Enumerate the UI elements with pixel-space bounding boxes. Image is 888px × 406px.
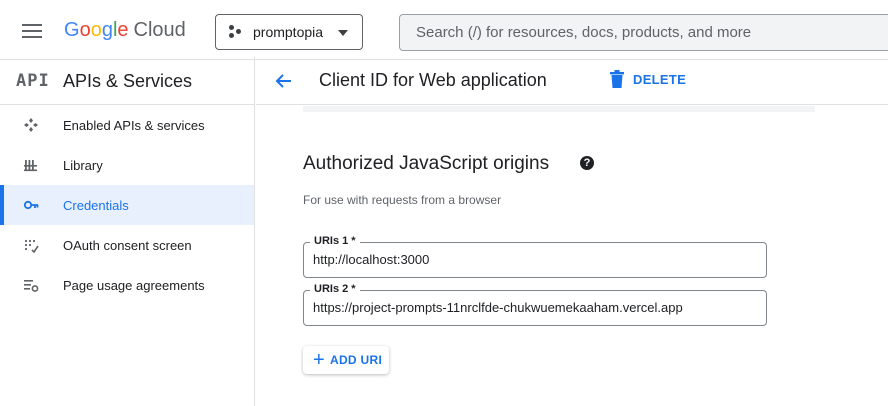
- uri-input-2[interactable]: [313, 300, 753, 315]
- sidebar-item-label: Credentials: [63, 197, 129, 213]
- sidebar-header: API APIs & Services: [0, 57, 255, 105]
- top-bar: Google Cloud promptopia: [0, 0, 888, 60]
- uri-field-2[interactable]: URIs 2 *: [303, 283, 767, 326]
- page-title: Client ID for Web application: [319, 70, 547, 90]
- back-arrow-icon[interactable]: [274, 71, 294, 91]
- logo-letter: o: [79, 19, 91, 41]
- uri-field-1[interactable]: URIs 1 *: [303, 235, 767, 278]
- project-name: promptopia: [253, 24, 324, 40]
- library-icon: [24, 160, 37, 172]
- add-uri-label: ADD URI: [329, 353, 383, 367]
- logo-letter: o: [90, 19, 102, 41]
- sidebar-item-enabled-apis[interactable]: Enabled APIs & services: [0, 105, 254, 145]
- plus-icon: +: [313, 349, 325, 371]
- key-icon: [23, 200, 39, 210]
- sidebar-item-label: OAuth consent screen: [63, 237, 192, 253]
- uri-field-label: URIs 2 *: [310, 283, 360, 295]
- sidebar-item-library[interactable]: Library: [0, 145, 254, 185]
- uri-input-1[interactable]: [313, 252, 753, 267]
- logo-letter: g: [101, 19, 113, 41]
- api-logo-icon: API: [16, 71, 50, 91]
- trash-icon: [610, 70, 624, 88]
- sidebar-item-page-usage[interactable]: Page usage agreements: [0, 265, 254, 305]
- search-box[interactable]: [399, 14, 888, 51]
- uri-field-label: URIs 1 *: [310, 235, 360, 247]
- logo-suffix: Cloud: [133, 19, 186, 41]
- help-icon[interactable]: ?: [580, 156, 594, 170]
- search-input[interactable]: [416, 24, 888, 41]
- main-header: Client ID for Web application DELETE: [256, 57, 888, 105]
- sidebar-item-oauth-consent[interactable]: OAuth consent screen: [0, 225, 254, 265]
- section-title: Authorized JavaScript origins: [303, 153, 550, 174]
- sidebar-title[interactable]: APIs & Services: [63, 71, 192, 92]
- google-cloud-logo[interactable]: Google Cloud: [64, 19, 186, 42]
- sidebar-item-credentials[interactable]: Credentials: [0, 185, 254, 225]
- delete-button[interactable]: DELETE: [610, 70, 686, 88]
- add-uri-button[interactable]: + ADD URI: [303, 346, 389, 374]
- oauth-icon: [24, 239, 39, 253]
- sidebar: Enabled APIs & services Library Credenti…: [0, 105, 255, 406]
- sidebar-item-label: Enabled APIs & services: [63, 117, 205, 133]
- menu-icon[interactable]: [22, 24, 42, 38]
- settings-list-icon: [24, 280, 39, 292]
- section-hint: For use with requests from a browser: [303, 193, 502, 207]
- logo-letter: G: [64, 19, 80, 41]
- sidebar-item-label: Page usage agreements: [63, 277, 205, 293]
- caret-down-icon: [338, 30, 348, 36]
- project-selector[interactable]: promptopia: [215, 14, 363, 50]
- enabled-apis-icon: [24, 118, 38, 132]
- card-divider: [303, 106, 815, 112]
- project-dots-icon: [229, 25, 243, 39]
- logo-letter: e: [117, 19, 129, 41]
- delete-label: DELETE: [633, 71, 687, 87]
- sidebar-item-label: Library: [63, 157, 103, 173]
